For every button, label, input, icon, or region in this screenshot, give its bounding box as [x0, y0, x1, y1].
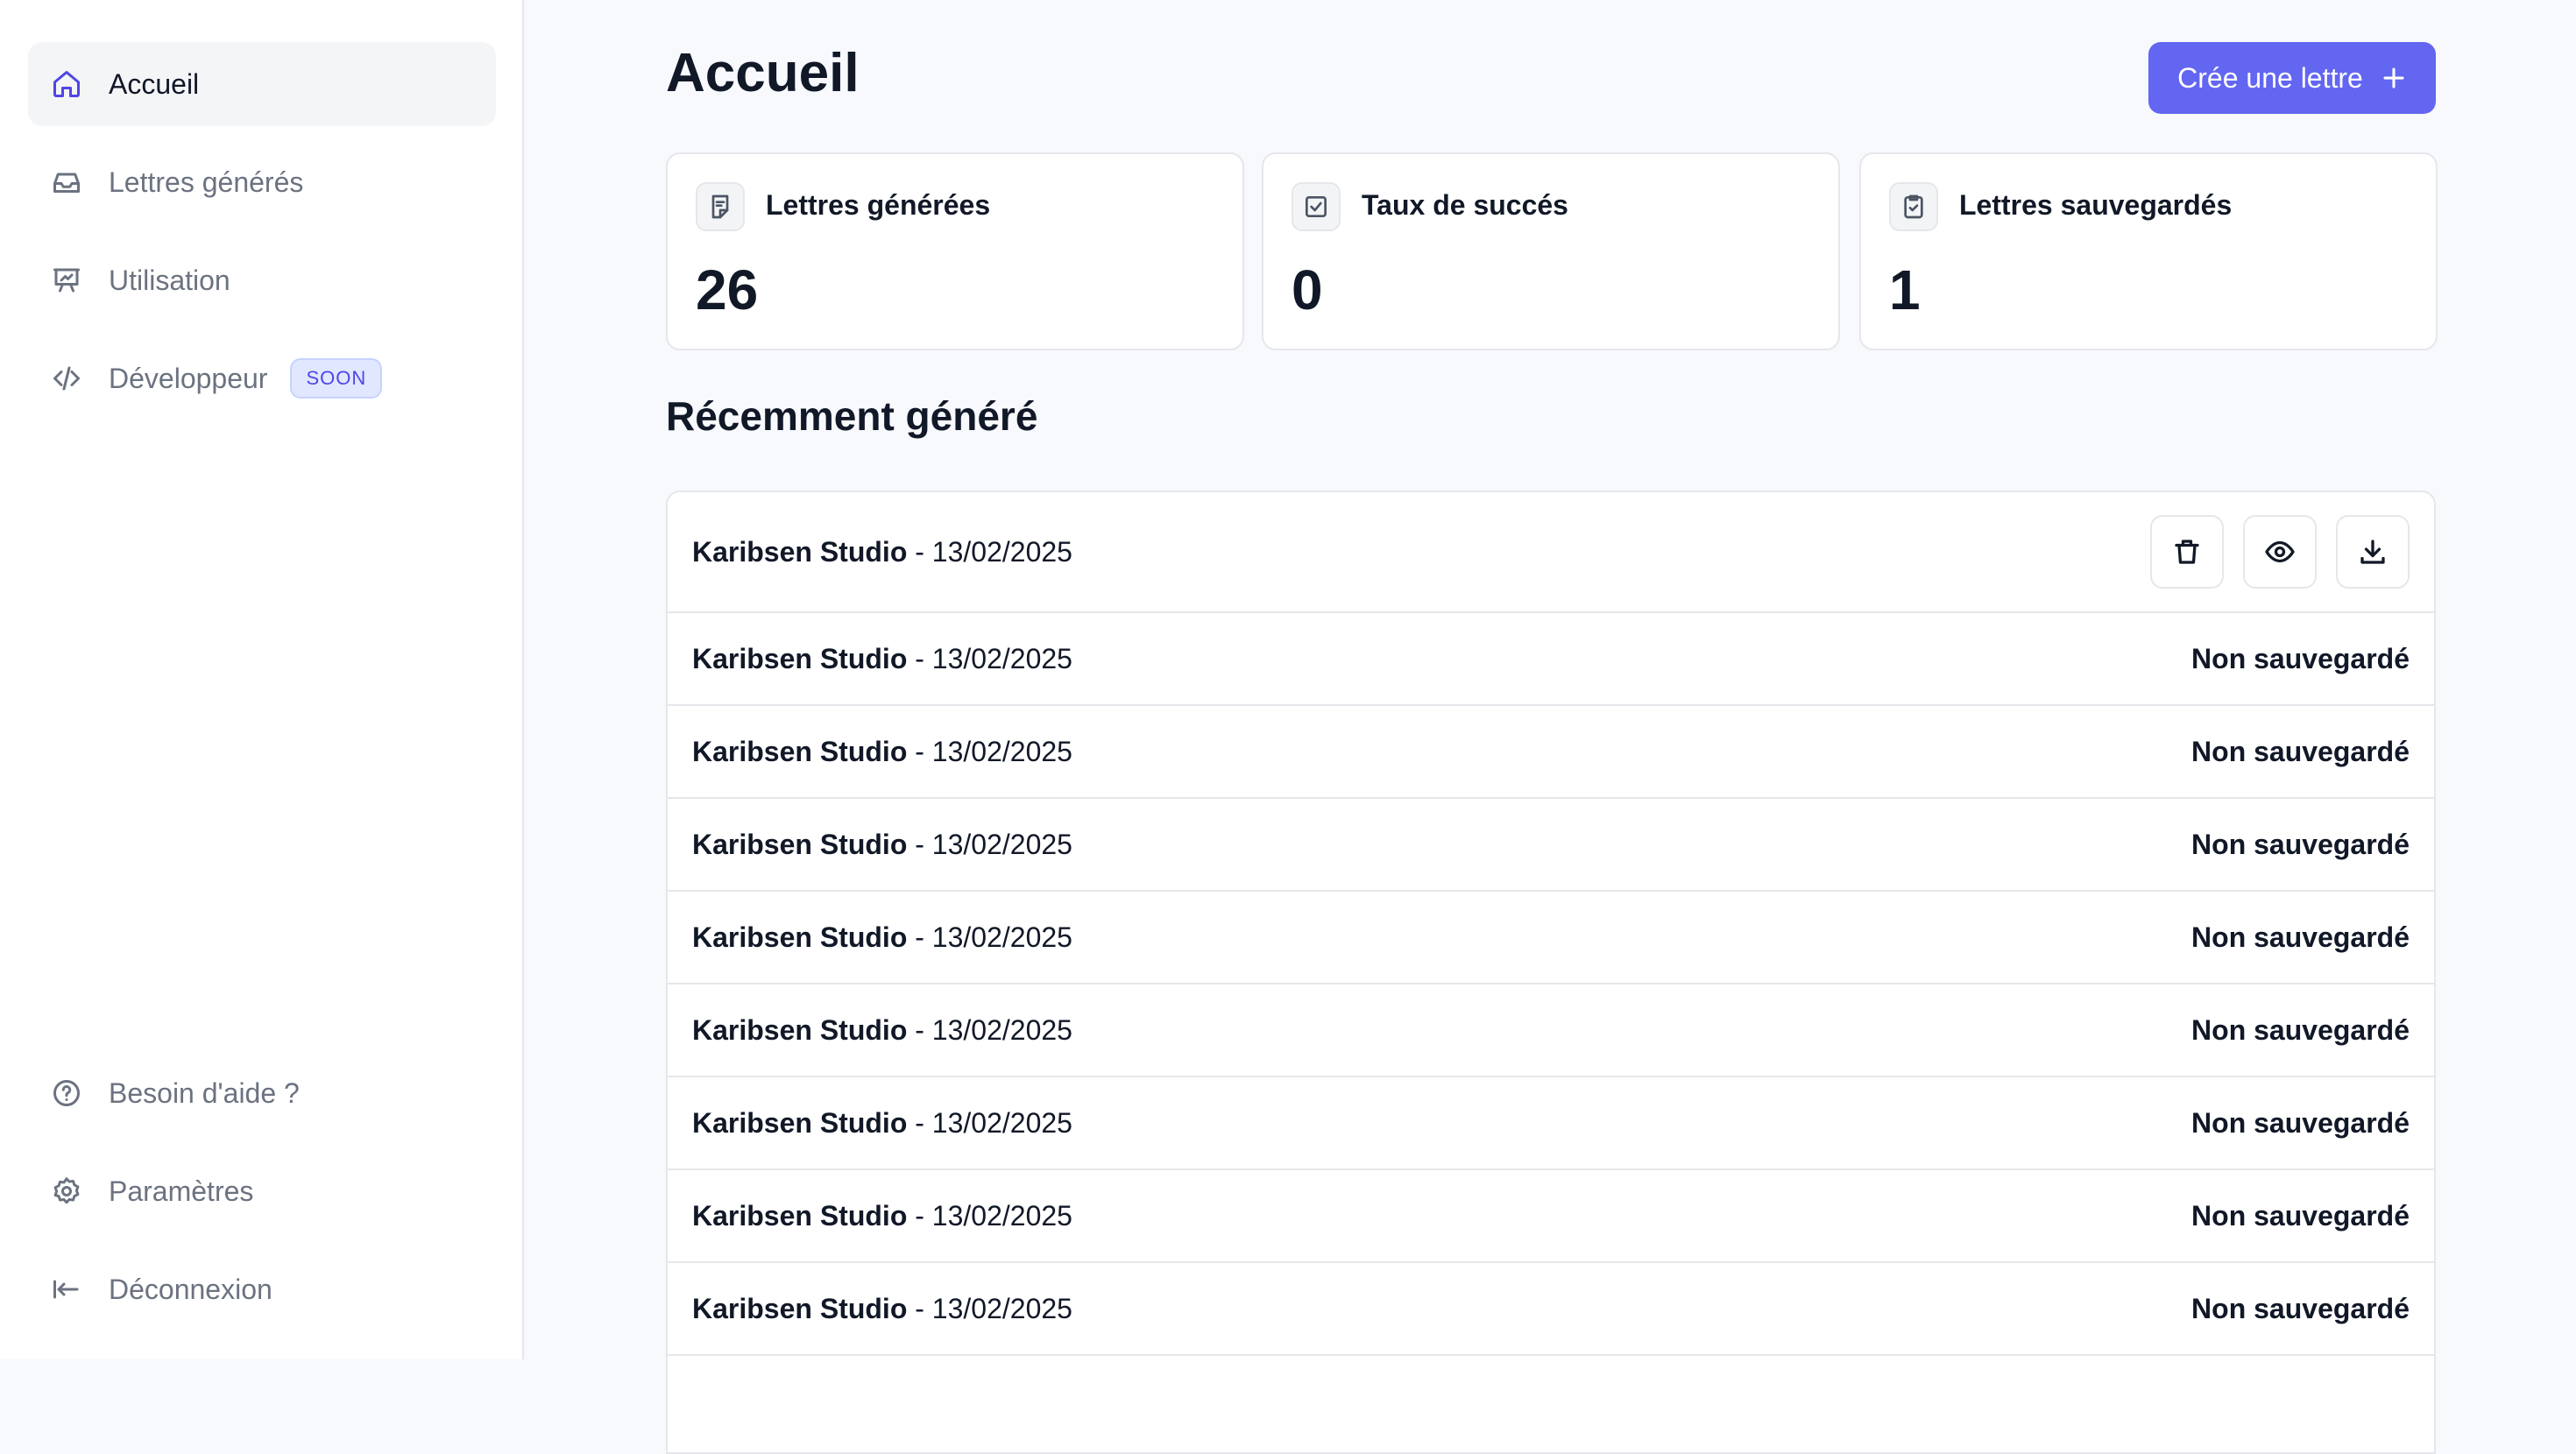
clipboard-check-icon	[1889, 182, 1938, 231]
row-title: Karibsen Studio - 13/02/2025	[692, 1106, 1072, 1139]
recent-list: Karibsen Studio - 13/02/2025 Karibsen St…	[666, 491, 2436, 1454]
sidebar-item-lettres-generes[interactable]: Lettres générés	[28, 140, 496, 224]
sidebar-item-label: Paramètres	[109, 1175, 254, 1207]
create-letter-label: Crée une lettre	[2177, 61, 2363, 94]
sidebar: Accueil Lettres générés Utilisation Déve…	[0, 0, 524, 1359]
status-badge: Non sauvegardé	[2191, 828, 2410, 860]
logout-icon	[49, 1272, 84, 1307]
presentation-chart-icon	[49, 263, 84, 298]
list-item[interactable]: Karibsen Studio - 13/02/2025 Non sauvega…	[668, 892, 2434, 985]
download-button[interactable]	[2336, 515, 2410, 589]
status-badge: Non sauvegardé	[2191, 735, 2410, 767]
sidebar-item-label: Besoin d'aide ?	[109, 1076, 300, 1109]
stat-value: 0	[1292, 258, 1323, 321]
gear-icon	[49, 1174, 84, 1209]
sidebar-item-parametres[interactable]: Paramètres	[28, 1149, 496, 1233]
row-title: Karibsen Studio - 13/02/2025	[692, 642, 1072, 674]
row-title: Karibsen Studio - 13/02/2025	[692, 1292, 1072, 1324]
code-icon	[49, 361, 84, 396]
row-title: Karibsen Studio - 13/02/2025	[692, 828, 1072, 860]
soon-badge: SOON	[290, 358, 383, 399]
status-badge: Non sauvegardé	[2191, 1199, 2410, 1232]
create-letter-button[interactable]: Crée une lettre	[2148, 42, 2436, 114]
sidebar-item-aide[interactable]: Besoin d'aide ?	[28, 1051, 496, 1135]
sidebar-item-deconnexion[interactable]: Déconnexion	[28, 1247, 496, 1331]
trash-icon	[2175, 540, 2199, 564]
status-badge: Non sauvegardé	[2191, 1013, 2410, 1046]
status-badge: Non sauvegardé	[2191, 921, 2410, 953]
stat-value: 1	[1889, 258, 1921, 321]
document-icon	[696, 182, 745, 231]
row-title: Karibsen Studio - 13/02/2025	[692, 535, 1072, 568]
stat-value: 26	[696, 258, 759, 321]
row-title: Karibsen Studio - 13/02/2025	[692, 1013, 1072, 1046]
stat-label: Lettres sauvegardés	[1959, 189, 2233, 221]
list-item[interactable]: Karibsen Studio - 13/02/2025	[668, 492, 2434, 613]
row-title: Karibsen Studio - 13/02/2025	[692, 735, 1072, 767]
status-badge: Non sauvegardé	[2191, 1292, 2410, 1324]
checkbox-icon	[1292, 182, 1341, 231]
list-item[interactable]: Karibsen Studio - 13/02/2025 Non sauvega…	[668, 613, 2434, 706]
page-title: Accueil	[666, 43, 860, 103]
stat-card-lettres-sauvegardes: Lettres sauvegardés 1	[1859, 152, 2438, 350]
list-item[interactable]: Karibsen Studio - 13/02/2025 Non sauvega…	[668, 1170, 2434, 1263]
sidebar-item-label: Accueil	[109, 67, 200, 100]
row-title: Karibsen Studio - 13/02/2025	[692, 921, 1072, 953]
sidebar-item-label: Utilisation	[109, 264, 230, 296]
section-title: Récemment généré	[666, 393, 1038, 439]
sidebar-item-accueil[interactable]: Accueil	[28, 42, 496, 126]
stat-label: Taux de succés	[1362, 189, 1568, 221]
status-badge: Non sauvegardé	[2191, 642, 2410, 674]
list-item[interactable]: Karibsen Studio - 13/02/2025 Non sauvega…	[668, 706, 2434, 799]
download-icon	[2360, 540, 2385, 564]
delete-button[interactable]	[2150, 515, 2224, 589]
stat-label: Lettres générées	[766, 189, 991, 221]
status-badge: Non sauvegardé	[2191, 1106, 2410, 1139]
plus-icon	[2383, 67, 2404, 88]
stat-card-taux-succes: Taux de succés 0	[1262, 152, 1840, 350]
help-circle-icon	[49, 1076, 84, 1111]
list-item[interactable]: Karibsen Studio - 13/02/2025 Non sauvega…	[668, 1263, 2434, 1356]
list-item[interactable]: Karibsen Studio - 13/02/2025 Non sauvega…	[668, 985, 2434, 1077]
sidebar-item-label: Lettres générés	[109, 166, 304, 198]
sidebar-item-label: Déconnexion	[109, 1273, 272, 1305]
row-title: Karibsen Studio - 13/02/2025	[692, 1199, 1072, 1232]
view-button[interactable]	[2243, 515, 2317, 589]
sidebar-item-label: Développeur	[109, 362, 268, 394]
inbox-icon	[49, 165, 84, 200]
list-item[interactable]: Karibsen Studio - 13/02/2025 Non sauvega…	[668, 799, 2434, 892]
eye-icon	[2265, 540, 2295, 563]
row-actions	[2150, 515, 2410, 589]
list-item[interactable]: Karibsen Studio - 13/02/2025 Non sauvega…	[668, 1077, 2434, 1170]
home-icon	[49, 67, 84, 102]
sidebar-item-utilisation[interactable]: Utilisation	[28, 238, 496, 322]
sidebar-item-developpeur[interactable]: Développeur SOON	[28, 336, 496, 420]
stat-card-lettres-generees: Lettres générées 26	[666, 152, 1244, 350]
